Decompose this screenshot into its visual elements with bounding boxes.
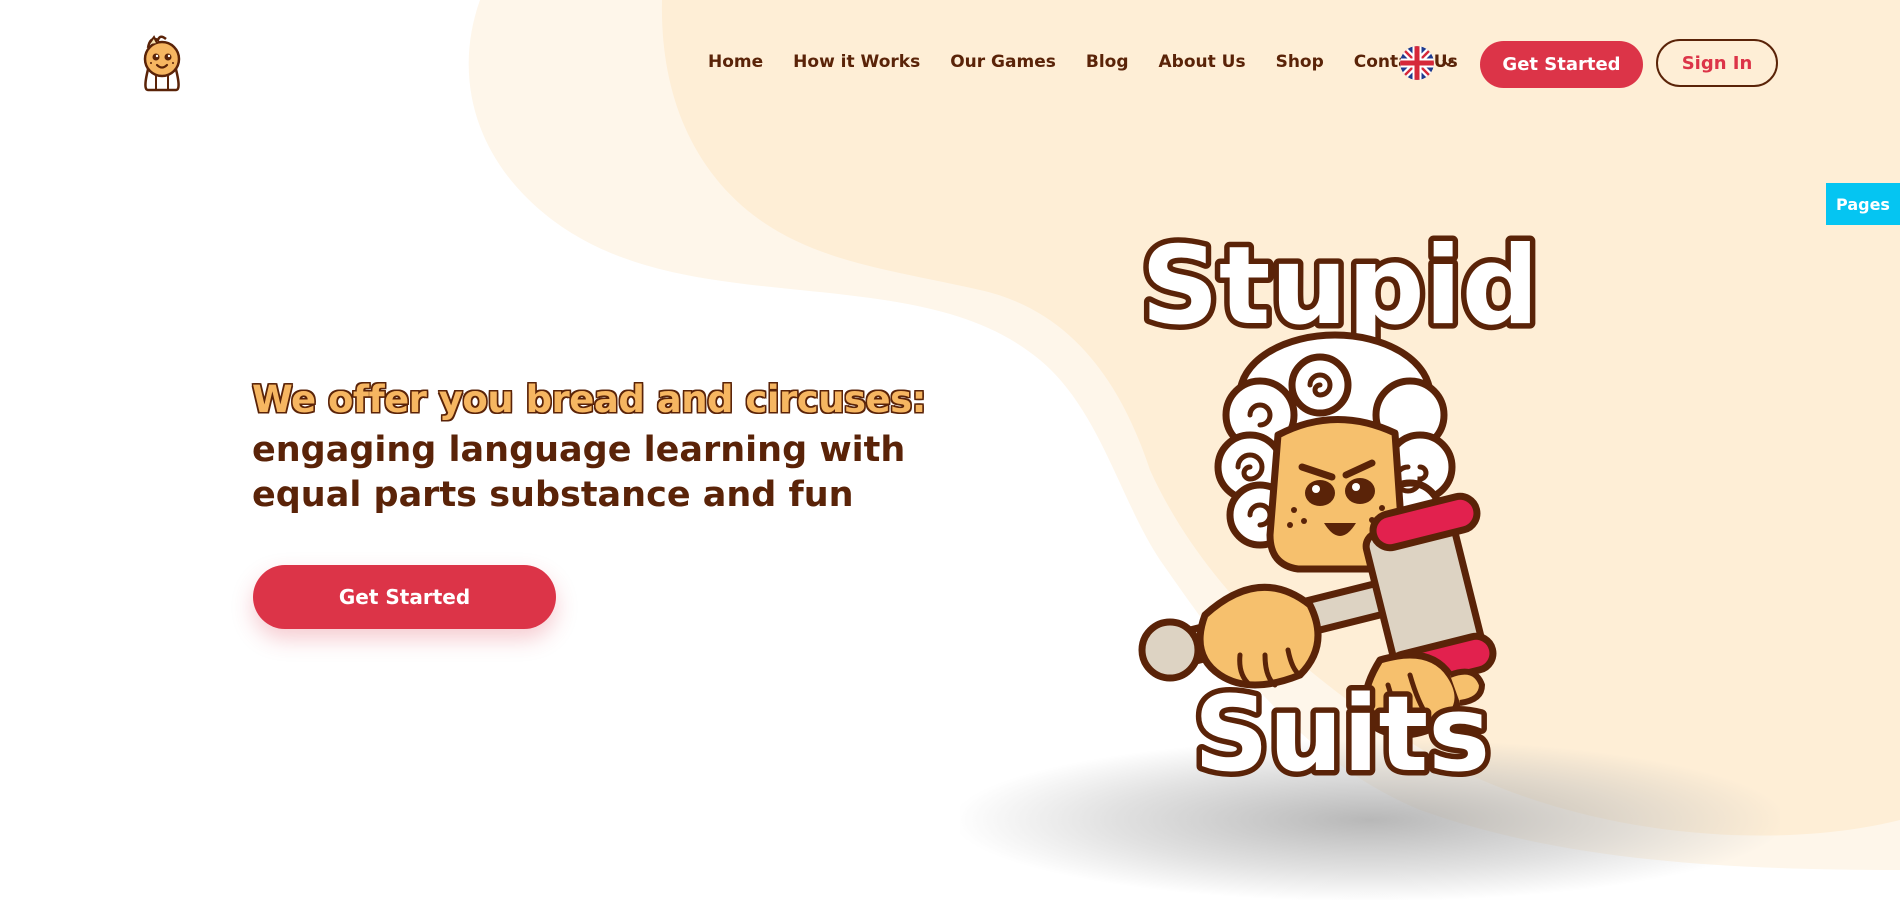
nav-about-us[interactable]: About Us: [1159, 52, 1246, 72]
mascot-word-top: Stupid: [1141, 224, 1539, 349]
main-nav: Home How it Works Our Games Blog About U…: [708, 52, 1458, 72]
hero-headline-line-1: engaging language learning with: [252, 430, 906, 470]
hero-tagline: We offer you bread and circuses:: [252, 378, 926, 421]
hero-get-started-button[interactable]: Get Started: [253, 565, 556, 629]
uk-flag-icon: [1400, 46, 1434, 80]
mascot-word-bottom: Suits: [1194, 673, 1490, 795]
nav-how-it-works[interactable]: How it Works: [793, 52, 920, 72]
pages-side-tab[interactable]: Pages: [1826, 183, 1900, 225]
nav-blog[interactable]: Blog: [1086, 52, 1129, 72]
nav-home[interactable]: Home: [708, 52, 763, 72]
nav-our-games[interactable]: Our Games: [950, 52, 1056, 72]
header-get-started-button[interactable]: Get Started: [1480, 41, 1643, 88]
hero-headline-line-2: equal parts substance and fun: [252, 475, 854, 515]
language-selector[interactable]: [1400, 46, 1454, 80]
logo-mascot-icon[interactable]: [136, 32, 188, 94]
nav-shop[interactable]: Shop: [1276, 52, 1324, 72]
sign-in-button[interactable]: Sign In: [1656, 39, 1778, 87]
stupid-suits-judge-mascot: Stupid Suits: [1136, 219, 1545, 801]
site-header: Home How it Works Our Games Blog About U…: [0, 0, 1900, 130]
hero-text: We offer you bread and circuses: engagin…: [252, 378, 972, 518]
chevron-down-icon: [1442, 59, 1454, 67]
